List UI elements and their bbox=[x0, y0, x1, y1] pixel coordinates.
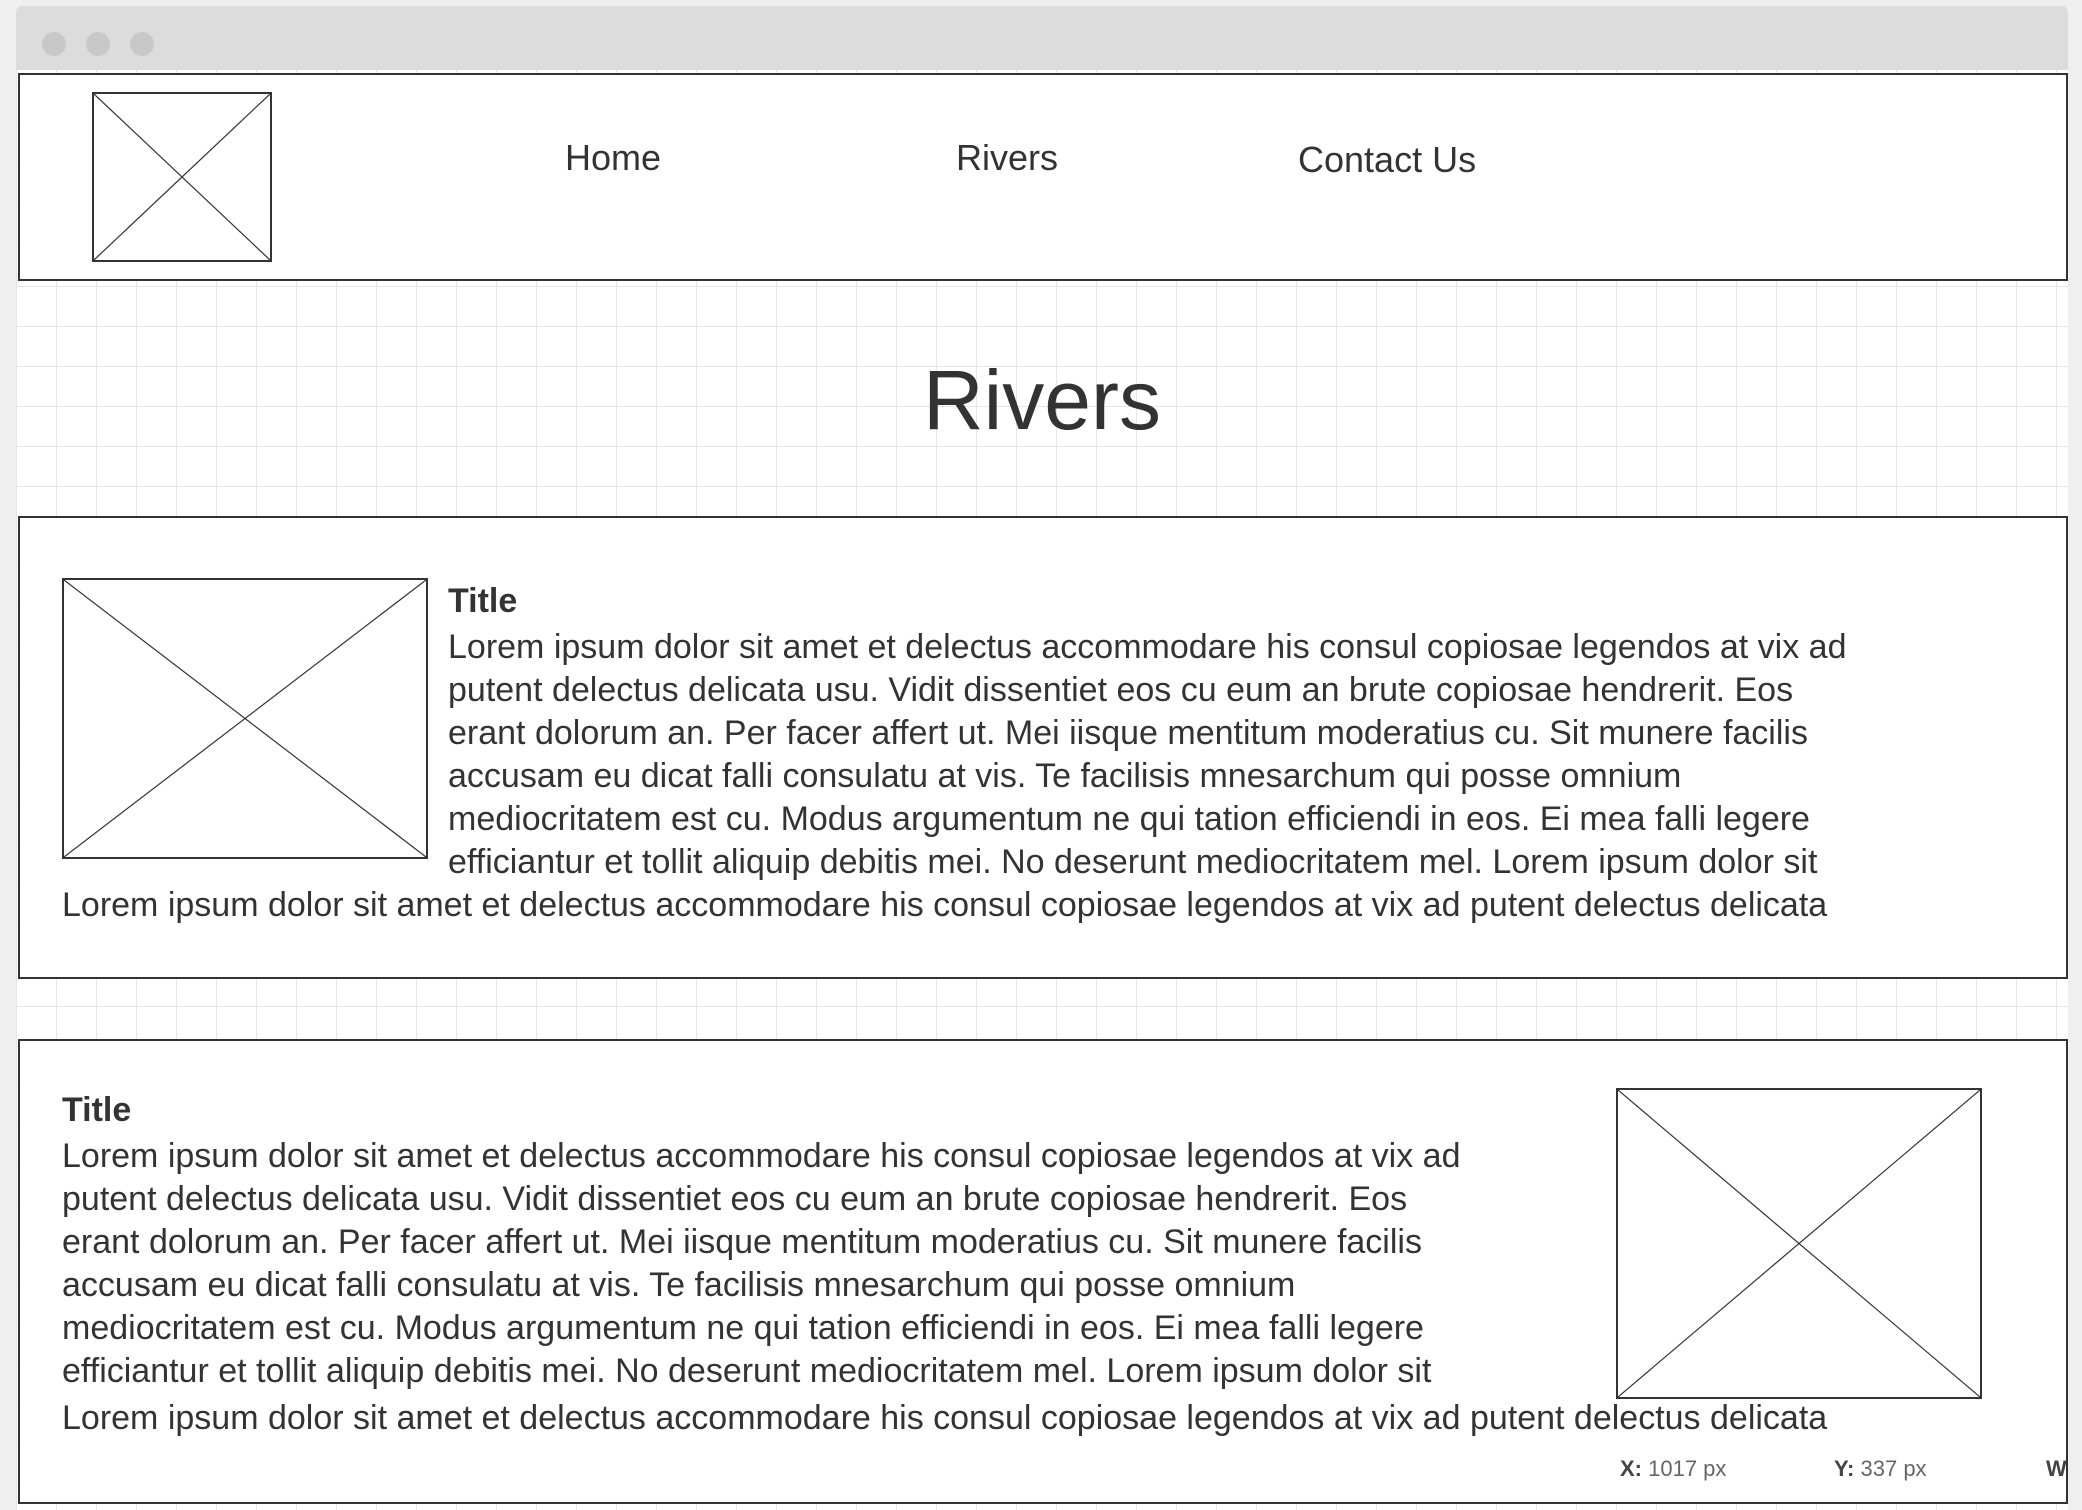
width-readout: W: bbox=[2046, 1456, 2068, 1482]
cursor-x-readout: X: 1017 px bbox=[1620, 1456, 1726, 1482]
x-label: X: bbox=[1620, 1456, 1642, 1481]
article-card-1: Title Lorem ipsum dolor sit amet et dele… bbox=[18, 516, 2068, 979]
image-placeholder-icon bbox=[64, 580, 426, 857]
browser-window: Home Rivers Contact Us Rivers Title Lore… bbox=[16, 6, 2068, 1510]
window-maximize-dot[interactable] bbox=[130, 32, 154, 56]
article-2-body-line: efficiantur et tollit aliquip debitis me… bbox=[62, 1352, 1432, 1390]
article-card-2: Title Lorem ipsum dolor sit amet et dele… bbox=[18, 1039, 2068, 1504]
article-2-body-line: putent delectus delicata usu. Vidit diss… bbox=[62, 1180, 1408, 1218]
nav-link-rivers[interactable]: Rivers bbox=[956, 137, 1058, 179]
window-close-dot[interactable] bbox=[42, 32, 66, 56]
image-placeholder-icon bbox=[1618, 1090, 1980, 1397]
article-1-body-line: mediocritatem est cu. Modus argumentum n… bbox=[448, 800, 1810, 838]
article-2-body: Lorem ipsum dolor sit amet et delectus a… bbox=[62, 1135, 1461, 1393]
window-minimize-dot[interactable] bbox=[86, 32, 110, 56]
article-1-image-placeholder[interactable] bbox=[62, 578, 428, 859]
article-2-body-line: mediocritatem est cu. Modus argumentum n… bbox=[62, 1309, 1424, 1347]
x-value: 1017 px bbox=[1648, 1456, 1727, 1481]
page-title: Rivers bbox=[922, 353, 1161, 447]
article-2-title: Title bbox=[62, 1091, 132, 1129]
article-2-body-line: accusam eu dicat falli consulatu at vis.… bbox=[62, 1266, 1296, 1304]
article-1-body-line: efficiantur et tollit aliquip debitis me… bbox=[448, 843, 1818, 881]
article-2-body-tail: Lorem ipsum dolor sit amet et delectus a… bbox=[62, 1399, 1828, 1437]
article-1-body-tail: Lorem ipsum dolor sit amet et delectus a… bbox=[62, 886, 1828, 924]
y-value: 337 px bbox=[1860, 1456, 1927, 1481]
cursor-y-readout: Y: 337 px bbox=[1834, 1456, 1927, 1482]
nav-link-home[interactable]: Home bbox=[565, 137, 661, 179]
nav-link-contact-us[interactable]: Contact Us bbox=[1298, 139, 1476, 181]
article-1-body-line: Lorem ipsum dolor sit amet et delectus a… bbox=[448, 628, 1847, 666]
image-placeholder-icon bbox=[94, 94, 270, 260]
site-header: Home Rivers Contact Us bbox=[18, 73, 2068, 281]
article-1-body: Lorem ipsum dolor sit amet et delectus a… bbox=[448, 626, 1847, 884]
w-label: W: bbox=[2046, 1456, 2068, 1481]
y-label: Y: bbox=[1834, 1456, 1855, 1481]
window-titlebar bbox=[16, 6, 2068, 70]
logo-image-placeholder[interactable] bbox=[92, 92, 272, 262]
article-2-body-line: erant dolorum an. Per facer affert ut. M… bbox=[62, 1223, 1422, 1261]
article-2-image-placeholder[interactable] bbox=[1616, 1088, 1982, 1399]
article-1-body-line: accusam eu dicat falli consulatu at vis.… bbox=[448, 757, 1682, 795]
article-1-body-line: erant dolorum an. Per facer affert ut. M… bbox=[448, 714, 1808, 752]
article-1-body-line: putent delectus delicata usu. Vidit diss… bbox=[448, 671, 1794, 709]
article-1-title: Title bbox=[448, 582, 518, 620]
article-2-body-line: Lorem ipsum dolor sit amet et delectus a… bbox=[62, 1137, 1461, 1175]
